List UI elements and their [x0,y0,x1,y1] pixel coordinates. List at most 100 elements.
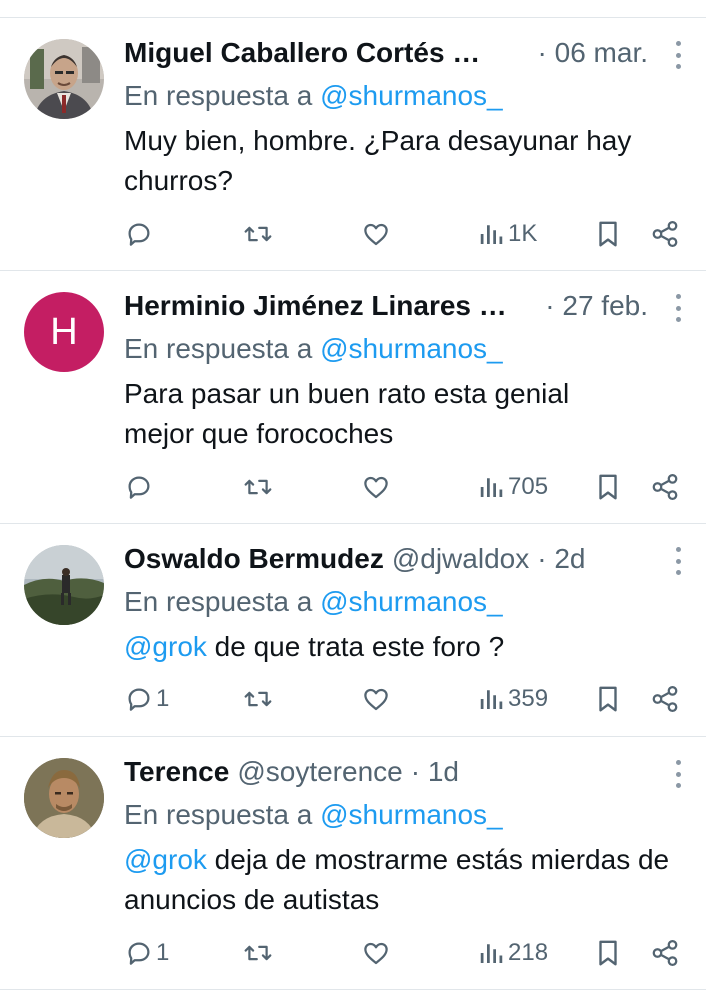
retweet-button[interactable] [242,469,274,505]
reply-prefix: En respuesta a [124,799,313,830]
share-button[interactable] [650,681,680,717]
share-icon [652,474,678,500]
reply-context: En respuesta a @shurmanos_ [124,78,682,114]
author-handle[interactable]: @soyterence [237,754,402,790]
bookmark-button[interactable] [594,216,622,252]
share-icon [652,686,678,712]
share-button[interactable] [650,935,680,971]
tweet-text: @grok deja de mostrarme estás mierdas de… [124,840,682,920]
reply-prefix: En respuesta a [124,333,313,364]
reply-handle-link[interactable]: @shurmanos_ [320,333,503,364]
author-name[interactable]: Miguel Caballero Cortés … [124,35,480,71]
like-button[interactable] [360,216,392,252]
author-name[interactable]: Terence [124,754,229,790]
action-bar: 705 [124,469,684,505]
tweet[interactable]: H Herminio Jiménez Linares … · 27 feb. E… [0,271,706,523]
retweet-icon [244,945,272,961]
timestamp[interactable]: · 2d [537,541,585,577]
avatar-photo-man-suit [24,39,104,119]
action-bar: 1 218 [124,935,684,971]
reply-button[interactable]: 1 [124,935,169,971]
timestamp[interactable]: · 27 feb. [545,288,648,324]
reply-button[interactable] [124,469,156,505]
reply-icon [128,942,150,965]
avatar[interactable] [24,545,104,625]
author-handle[interactable]: @djwaldox [392,541,529,577]
tweet-text: @grok de que trata este foro ? [124,627,682,667]
tweet[interactable]: Miguel Caballero Cortés … · 06 mar. En r… [0,18,706,270]
avatar-letter: H [50,310,78,353]
retweet-button[interactable] [242,935,274,971]
retweet-button[interactable] [242,216,274,252]
reply-handle-link[interactable]: @shurmanos_ [320,80,503,111]
retweet-icon [244,226,272,242]
reply-prefix: En respuesta a [124,586,313,617]
bookmark-button[interactable] [594,469,622,505]
avatar-photo-man-portrait [24,758,104,838]
tweet-text: Muy bien, hombre. ¿Para desayunar hay ch… [124,125,632,196]
bookmark-button[interactable] [594,935,622,971]
divider [0,989,706,990]
share-button[interactable] [650,469,680,505]
reply-button[interactable] [124,216,156,252]
bookmark-icon [599,940,617,966]
share-icon [652,221,678,247]
reply-icon [128,223,150,246]
retweet-icon [244,479,272,495]
reply-prefix: En respuesta a [124,80,313,111]
like-icon [364,942,388,965]
like-button[interactable] [360,469,392,505]
reply-icon [128,688,150,711]
like-button[interactable] [360,935,392,971]
reply-context: En respuesta a @shurmanos_ [124,584,682,620]
reply-button[interactable]: 1 [124,681,169,717]
action-bar: 1K [124,216,684,252]
more-icon[interactable] [672,547,684,575]
avatar[interactable] [24,758,104,838]
views-count: 359 [508,685,549,712]
action-bar: 1 359 [124,681,684,717]
reply-handle-link[interactable]: @shurmanos_ [320,586,503,617]
timestamp[interactable]: · 1d [411,754,459,790]
bookmark-icon [599,474,617,500]
views-icon [480,225,503,244]
body-text: de que trata este foro ? [206,631,505,662]
views-count: 1K [508,220,538,247]
reply-handle-link[interactable]: @shurmanos_ [320,799,503,830]
retweet-icon [244,691,272,707]
reply-count: 1 [156,685,170,712]
tweet[interactable]: Terence @soyterence · 1d En respuesta a … [0,737,706,989]
share-button[interactable] [650,216,680,252]
retweet-button[interactable] [242,681,274,717]
avatar[interactable] [24,39,104,119]
tweet[interactable]: Oswaldo Bermudez @djwaldox · 2d En respu… [0,524,706,736]
views-icon [480,478,503,497]
bookmark-icon [599,221,617,247]
views-button[interactable]: 705 [478,469,548,505]
views-icon [480,944,503,963]
body-mention-link[interactable]: @grok [124,631,207,662]
bookmark-icon [599,686,617,712]
like-icon [364,223,388,246]
more-icon[interactable] [672,41,684,69]
more-icon[interactable] [672,760,684,788]
views-count: 218 [508,939,549,966]
like-button[interactable] [360,681,392,717]
like-icon [364,688,388,711]
author-name[interactable]: Oswaldo Bermudez [124,541,384,577]
bookmark-button[interactable] [594,681,622,717]
reply-context: En respuesta a @shurmanos_ [124,797,682,833]
reply-count: 1 [156,939,170,966]
share-icon [652,940,678,966]
views-button[interactable]: 1K [478,216,537,252]
more-icon[interactable] [672,294,684,322]
tweet-text: Para pasar un buen rato esta genial mejo… [124,378,570,449]
author-name[interactable]: Herminio Jiménez Linares … [124,288,507,324]
body-mention-link[interactable]: @grok [124,844,207,875]
timestamp[interactable]: · 06 mar. [538,35,648,71]
like-icon [364,476,388,499]
views-button[interactable]: 218 [478,935,548,971]
reply-icon [128,476,150,499]
avatar[interactable]: H [24,292,104,372]
views-button[interactable]: 359 [478,681,548,717]
